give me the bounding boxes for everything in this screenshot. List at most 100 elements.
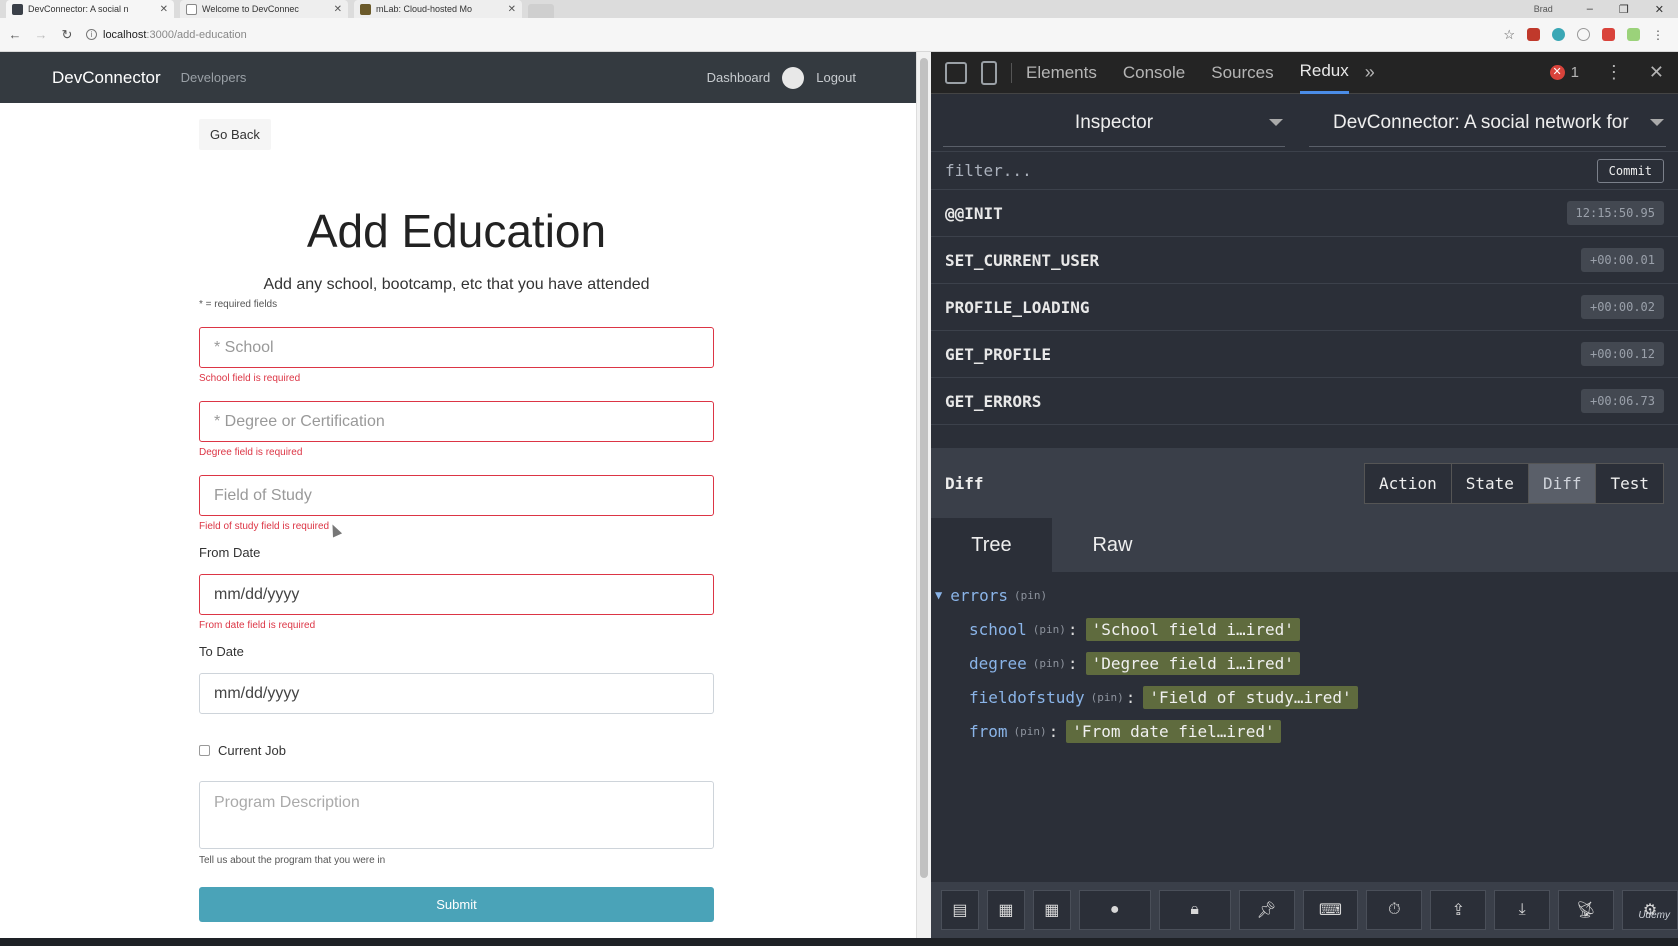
tree-key: fieldofstudy (969, 687, 1085, 707)
action-item[interactable]: PROFILE_LOADING +00:00.02 (931, 284, 1678, 331)
filter-input[interactable]: filter... (945, 161, 1032, 180)
action-item[interactable]: GET_ERRORS +00:06.73 (931, 378, 1678, 425)
checkbox-icon[interactable] (199, 745, 210, 756)
extension-icon[interactable] (1577, 28, 1590, 41)
tab-redux[interactable]: Redux (1299, 52, 1349, 94)
dock-right-icon[interactable]: ▦ (1032, 890, 1071, 930)
web-page: DevConnector Developers Dashboard Logout… (0, 52, 916, 938)
close-tab-icon[interactable]: ✕ (334, 4, 342, 15)
browser-tab[interactable]: Welcome to DevConnec ✕ (180, 0, 348, 18)
instance-select[interactable]: DevConnector: A social network for (1297, 94, 1678, 151)
to-date-input[interactable]: mm/dd/yyyy (199, 673, 714, 714)
action-item[interactable]: @@INIT 12:15:50.95 (931, 190, 1678, 237)
description-textarea[interactable]: Program Description (199, 781, 714, 849)
commit-button[interactable]: Commit (1596, 158, 1664, 183)
device-toolbar-icon[interactable] (981, 60, 997, 85)
page-scrollbar[interactable] (916, 52, 931, 938)
close-devtools-icon[interactable]: ✕ (1649, 62, 1664, 83)
colon: : (1048, 721, 1059, 741)
monitor-select[interactable]: Inspector (931, 94, 1297, 151)
minimize-icon[interactable]: – (1587, 3, 1593, 15)
browser-tab[interactable]: DevConnector: A social n ✕ (6, 0, 174, 18)
close-tab-icon[interactable]: ✕ (508, 4, 516, 15)
action-filter[interactable]: filter... Commit (931, 152, 1678, 190)
action-time: 12:15:50.95 (1566, 201, 1664, 225)
timer-icon[interactable]: ⏱ (1366, 890, 1423, 930)
more-tabs-icon[interactable]: » (1365, 62, 1375, 83)
view-tabs: Tree Raw (931, 518, 1678, 572)
devtools-toolbar: ▤ ▦ ▦ ● 🔒︎ 📌︎ ⌨ ⏱ ⇪ ⤓ 📡︎ ⚙ (931, 882, 1678, 938)
url-field[interactable]: i localhost:3000/add-education (86, 23, 1503, 47)
nav-dashboard[interactable]: Dashboard (707, 70, 771, 85)
tab-tree[interactable]: Tree (931, 518, 1052, 572)
nav-logout[interactable]: Logout (816, 70, 856, 85)
action-item[interactable]: SET_CURRENT_USER +00:00.01 (931, 237, 1678, 284)
pin-label[interactable]: (pin) (1014, 589, 1047, 602)
import-icon[interactable]: ⤓ (1494, 890, 1551, 930)
test-pane-button[interactable]: Test (1595, 463, 1663, 503)
extension-icon[interactable] (1602, 28, 1615, 41)
school-input[interactable]: * School (199, 327, 714, 368)
pin-label[interactable]: (pin) (1014, 725, 1047, 738)
tab-sources[interactable]: Sources (1211, 52, 1273, 94)
brand-link[interactable]: DevConnector (52, 68, 161, 88)
star-icon[interactable]: ☆ (1503, 27, 1515, 43)
close-tab-icon[interactable]: ✕ (160, 4, 168, 15)
keyboard-icon[interactable]: ⌨ (1302, 890, 1359, 930)
tab-console[interactable]: Console (1123, 52, 1185, 94)
tree-root[interactable]: ▼ errors (pin) (931, 578, 1678, 612)
info-icon[interactable]: i (86, 29, 97, 40)
action-name: GET_ERRORS (945, 391, 1042, 411)
page-title: Add Education (306, 205, 607, 257)
inspect-element-icon[interactable] (945, 61, 967, 84)
close-window-icon[interactable]: ✕ (1655, 3, 1664, 16)
persist-pin-icon[interactable]: 📌︎ (1238, 890, 1295, 930)
expand-triangle-icon[interactable]: ▼ (935, 588, 942, 602)
extension-icon[interactable] (1527, 28, 1540, 41)
action-item[interactable]: GET_PROFILE +00:00.12 (931, 331, 1678, 378)
lock-icon[interactable]: 🔒︎ (1158, 890, 1231, 930)
tab-raw[interactable]: Raw (1052, 518, 1173, 572)
monitor-select-value: Inspector (1074, 111, 1154, 133)
dock-left-icon[interactable]: ▤ (941, 890, 979, 930)
reload-icon[interactable]: ↻ (56, 27, 78, 43)
pane-label: Diff (945, 473, 984, 493)
state-pane-button[interactable]: State (1450, 463, 1528, 503)
to-date-label: To Date (199, 644, 244, 659)
restore-icon[interactable]: ❐ (1619, 3, 1629, 16)
scrollbar-thumb[interactable] (920, 58, 928, 878)
colon: : (1067, 619, 1078, 639)
back-icon[interactable]: ← (4, 27, 26, 42)
pin-label[interactable]: (pin) (1033, 657, 1066, 670)
profile-name[interactable]: Brad (1534, 4, 1553, 14)
extension-icon[interactable] (1552, 28, 1565, 41)
current-job-checkbox[interactable]: Current Job (199, 743, 286, 758)
tab-elements[interactable]: Elements (1026, 52, 1097, 94)
divider (1011, 62, 1012, 83)
error-count[interactable]: ✕ 1 (1549, 64, 1579, 81)
from-date-error: From date field is required (199, 620, 316, 631)
extension-icon[interactable] (1627, 28, 1640, 41)
screen: DevConnector: A social n ✕ Welcome to De… (0, 0, 1678, 946)
field-of-study-input[interactable]: Field of Study (199, 475, 714, 516)
avatar (782, 66, 805, 89)
submit-button[interactable]: Submit (199, 887, 714, 922)
diff-pane-button[interactable]: Diff (1527, 463, 1596, 503)
from-date-input[interactable]: mm/dd/yyyy (199, 574, 714, 615)
export-icon[interactable]: ⇪ (1430, 890, 1487, 930)
kebab-menu-icon[interactable]: ⋮ (1605, 62, 1623, 83)
degree-input[interactable]: * Degree or Certification (199, 401, 714, 442)
dock-bottom-icon[interactable]: ▦ (986, 890, 1025, 930)
nav-developers[interactable]: Developers (181, 70, 247, 85)
remote-icon[interactable]: 📡︎ (1558, 890, 1615, 930)
action-pane-button[interactable]: Action (1364, 463, 1451, 503)
pin-label[interactable]: (pin) (1033, 623, 1066, 636)
new-tab-button[interactable] (528, 4, 554, 18)
go-back-button[interactable]: Go Back (199, 119, 271, 150)
menu-icon[interactable]: ⋮ (1652, 28, 1664, 42)
record-icon[interactable]: ● (1078, 890, 1151, 930)
pin-label[interactable]: (pin) (1091, 691, 1124, 704)
window-controls: Brad – ❐ ✕ (1534, 0, 1678, 18)
forward-icon[interactable]: → (30, 27, 52, 42)
browser-tab[interactable]: mLab: Cloud-hosted Mo ✕ (354, 0, 522, 18)
